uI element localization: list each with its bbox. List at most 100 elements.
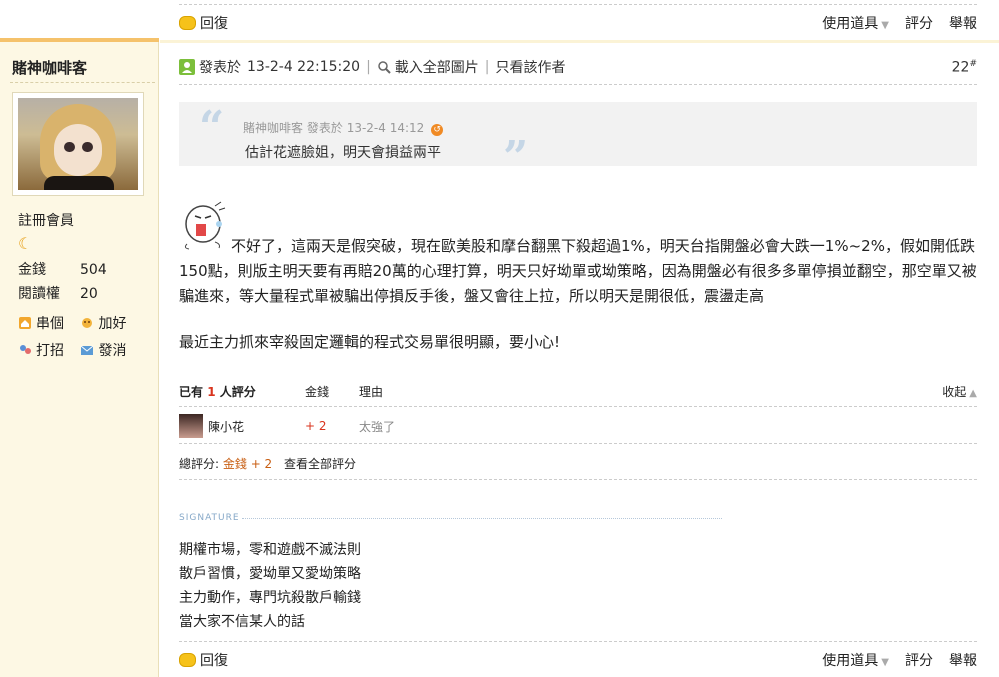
author-sidebar: 賭神咖啡客 註冊會員 ☾ 金錢 504 閱讀權 20 串個 加好 打招 發消 bbox=[0, 0, 159, 677]
quote-author: 賭神咖啡客 bbox=[243, 121, 304, 135]
rater-reason: 太強了 bbox=[359, 419, 396, 434]
moon-icon: ☾ bbox=[18, 234, 33, 253]
avatar-image bbox=[18, 98, 138, 190]
avatar[interactable] bbox=[12, 92, 144, 196]
quote-close-icon: ” bbox=[503, 132, 529, 183]
quote-open-icon: “ bbox=[199, 102, 225, 153]
posted-time: 13-2-4 22:15:20 bbox=[247, 59, 361, 75]
floor-mark: # bbox=[969, 58, 977, 69]
rater-name[interactable]: 陳小花 bbox=[208, 418, 244, 435]
rating-row: 陳小花 + 2 太強了 bbox=[179, 412, 977, 440]
reply-label: 回復 bbox=[200, 16, 228, 32]
greet-icon bbox=[20, 345, 31, 354]
signature-line: 散戶習慣，愛坳單又愛坳策略 bbox=[179, 566, 361, 582]
sidebar-top-band bbox=[0, 0, 159, 42]
rating-count: 已有 1 人評分 bbox=[179, 383, 256, 400]
floor-number[interactable]: 22# bbox=[952, 59, 977, 76]
stat-read-permission: 閱讀權 20 bbox=[18, 283, 98, 303]
divider bbox=[179, 4, 977, 5]
top-action-bar: 回復 使用道具 ▼ 評分 舉報 bbox=[179, 6, 977, 40]
rating-count-value: 1 bbox=[207, 384, 216, 399]
post-content: 不好了，這兩天是假突破，現在歐美股和摩台翻黑下殺超過1%，明天台指開盤必會大跌一… bbox=[179, 237, 977, 305]
load-images-link[interactable]: 載入全部圖片 bbox=[377, 57, 479, 77]
divider bbox=[179, 84, 977, 85]
profile-links-row-1: 串個 加好 bbox=[18, 313, 138, 334]
rating-prefix: 已有 bbox=[179, 384, 204, 399]
use-item-button[interactable]: 使用道具 ▼ bbox=[822, 650, 889, 670]
divider bbox=[179, 479, 977, 480]
rate-button[interactable]: 評分 bbox=[905, 650, 933, 670]
quote-posted-label: 發表於 bbox=[306, 121, 343, 135]
collapse-button[interactable]: 收起 ▲ bbox=[942, 383, 977, 400]
chevron-down-icon: ▼ bbox=[881, 20, 889, 31]
separator: | bbox=[484, 59, 490, 75]
total-value: 金錢 + 2 bbox=[222, 457, 273, 471]
signature-line: 當大家不信某人的話 bbox=[179, 614, 305, 630]
jump-to-post-icon[interactable]: ↺ bbox=[431, 124, 444, 136]
author-name[interactable]: 賭神咖啡客 bbox=[12, 57, 87, 78]
rate-button[interactable]: 評分 bbox=[905, 13, 933, 33]
use-item-label: 使用道具 bbox=[822, 653, 879, 669]
add-friend-icon bbox=[82, 318, 93, 328]
separator: | bbox=[366, 59, 371, 75]
stat-label: 閱讀權 bbox=[18, 286, 60, 302]
signature-title: SIGNATURE bbox=[179, 513, 240, 523]
signature-line: 期權市場，零和遊戲不滅法則 bbox=[179, 542, 361, 558]
divider bbox=[179, 443, 977, 444]
signature-line: 主力動作，專門坑殺散戶輸錢 bbox=[179, 590, 361, 606]
posted-label: 發表於 bbox=[199, 60, 241, 76]
stat-money: 金錢 504 bbox=[18, 259, 107, 279]
post-content-footnote: 最近主力抓來宰殺固定邏輯的程式交易單很明顯，要小心! bbox=[179, 333, 561, 351]
use-item-label: 使用道具 bbox=[822, 16, 879, 32]
rating-col-money: 金錢 bbox=[305, 384, 330, 399]
quote-time: 13-2-4 14:12 bbox=[346, 121, 425, 135]
search-icon bbox=[378, 61, 391, 74]
link-label: 打招 bbox=[36, 343, 64, 359]
divider bbox=[10, 82, 155, 83]
view-all-ratings-link[interactable]: 查看全部評分 bbox=[284, 457, 356, 471]
author-only-link[interactable]: 只看該作者 bbox=[496, 57, 566, 77]
reply-button[interactable]: 回復 bbox=[179, 650, 228, 670]
post-separator bbox=[160, 40, 999, 43]
profile-link-home[interactable]: 串個 bbox=[18, 313, 64, 333]
link-label: 串個 bbox=[36, 316, 64, 332]
report-button[interactable]: 舉報 bbox=[949, 650, 977, 670]
rating-total: 總評分: 金錢 + 2 查看全部評分 bbox=[179, 455, 356, 472]
use-item-button[interactable]: 使用道具 ▼ bbox=[822, 13, 889, 33]
bottom-action-bar: 回復 使用道具 ▼ 評分 舉報 bbox=[179, 643, 977, 677]
rater-avatar[interactable] bbox=[179, 414, 203, 438]
send-message-link[interactable]: 發消 bbox=[80, 340, 126, 360]
profile-links-row-2: 打招 發消 bbox=[18, 340, 138, 361]
link-label: 發消 bbox=[98, 343, 127, 359]
signature-divider bbox=[242, 518, 722, 519]
quote-block: “ ” 賭神咖啡客 發表於 13-2-4 14:12 ↺ 估計花遮臉姐，明天會損… bbox=[179, 102, 977, 180]
quote-meta: 賭神咖啡客 發表於 13-2-4 14:12 ↺ bbox=[243, 119, 444, 136]
add-friend-link[interactable]: 加好 bbox=[80, 313, 126, 333]
post-header: 發表於 13-2-4 22:15:20 | 載入全部圖片 | 只看該作者 22# bbox=[179, 55, 977, 79]
reply-label: 回復 bbox=[200, 653, 228, 669]
reply-icon bbox=[179, 653, 196, 667]
floor-value: 22 bbox=[951, 59, 970, 76]
quote-text: 估計花遮臉姐，明天會損益兩平 bbox=[245, 145, 441, 161]
rating-suffix: 人評分 bbox=[219, 384, 256, 399]
reply-button[interactable]: 回復 bbox=[179, 13, 228, 33]
message-icon bbox=[81, 345, 94, 355]
rating-header: 已有 1 人評分 金錢 理由 收起 ▲ bbox=[179, 380, 977, 402]
stat-value: 20 bbox=[80, 286, 98, 302]
reply-icon bbox=[179, 16, 196, 30]
link-label: 加好 bbox=[98, 316, 127, 332]
chevron-up-icon: ▲ bbox=[969, 387, 977, 399]
collapse-label: 收起 bbox=[942, 384, 967, 399]
divider bbox=[179, 406, 977, 407]
stat-value: 504 bbox=[80, 262, 107, 278]
online-user-icon bbox=[179, 59, 195, 75]
post-main: 回復 使用道具 ▼ 評分 舉報 發表於 13-2-4 22:15:20 | 載入全… bbox=[160, 0, 999, 677]
chevron-down-icon: ▼ bbox=[881, 657, 889, 668]
greet-link[interactable]: 打招 bbox=[18, 340, 64, 360]
home-icon bbox=[19, 317, 31, 329]
rating-col-reason: 理由 bbox=[359, 384, 384, 399]
load-images-label: 載入全部圖片 bbox=[394, 60, 479, 76]
user-group: 註冊會員 bbox=[18, 213, 74, 229]
report-button[interactable]: 舉報 bbox=[949, 13, 977, 33]
rater-money: + 2 bbox=[305, 419, 327, 433]
